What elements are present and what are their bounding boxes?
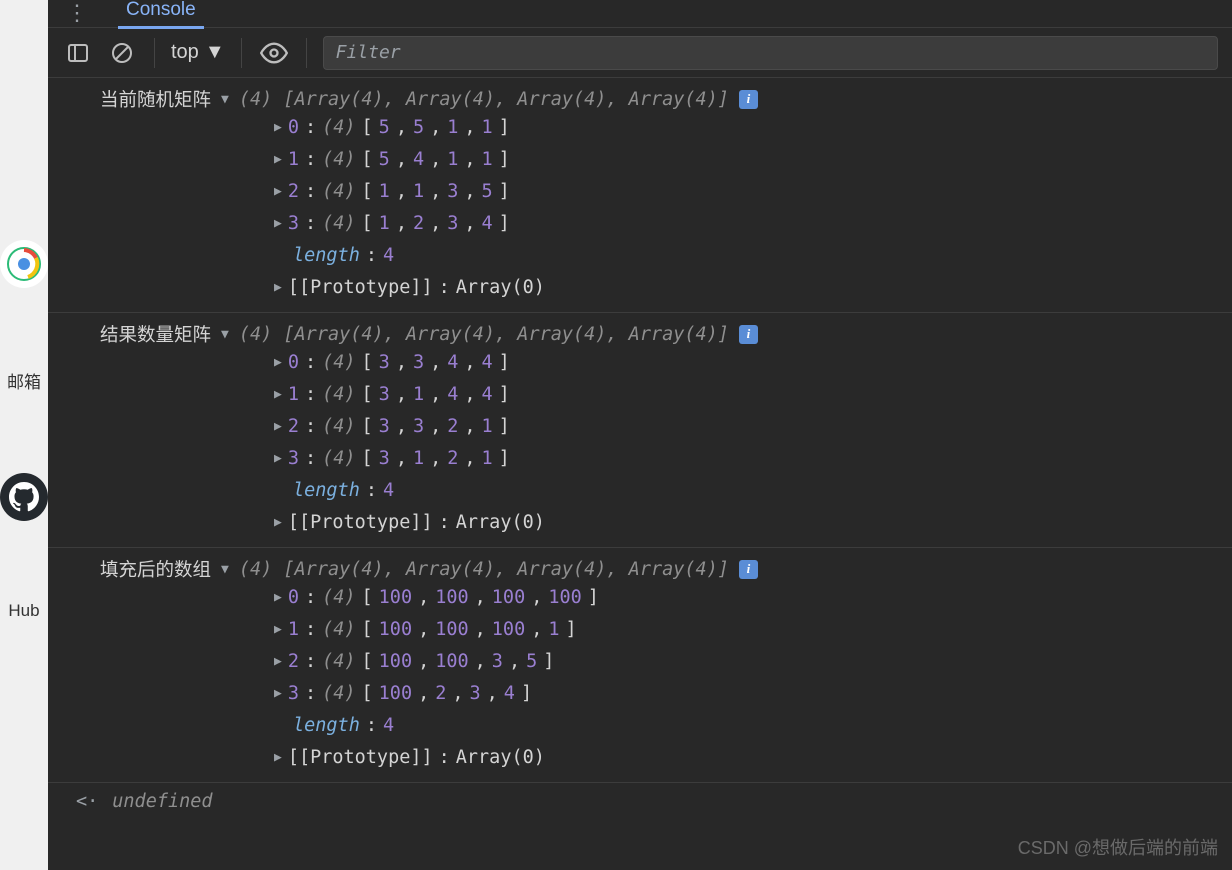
array-row[interactable]: 3: (4) [100, 2, 3, 4] xyxy=(274,678,1232,710)
sidebar-toggle-icon[interactable] xyxy=(62,37,94,69)
array-row[interactable]: 3: (4) [1, 2, 3, 4] xyxy=(274,208,1232,240)
info-icon[interactable]: i xyxy=(739,90,758,109)
log-label: 当前随机矩阵 xyxy=(100,86,211,112)
return-value-row: <·undefined xyxy=(48,782,1232,820)
more-menu-icon[interactable]: ⋮ xyxy=(66,1,88,26)
expand-caret-icon[interactable] xyxy=(274,742,282,774)
length-row: length: 4 xyxy=(274,710,1232,742)
expand-caret-icon[interactable] xyxy=(274,646,282,678)
clear-console-icon[interactable] xyxy=(106,37,138,69)
log-group: 当前随机矩阵 (4) [Array(4), Array(4), Array(4),… xyxy=(48,78,1232,312)
array-row[interactable]: 2: (4) [1, 1, 3, 5] xyxy=(274,176,1232,208)
prototype-row[interactable]: [[Prototype]]: Array(0) xyxy=(274,742,1232,774)
github-icon[interactable] xyxy=(0,473,48,521)
array-row[interactable]: 1: (4) [3, 1, 4, 4] xyxy=(274,379,1232,411)
info-icon[interactable]: i xyxy=(739,325,758,344)
array-summary[interactable]: (4) [Array(4), Array(4), Array(4), Array… xyxy=(239,89,729,110)
scope-label: top xyxy=(171,41,199,64)
expand-caret-icon[interactable] xyxy=(274,347,282,379)
tab-bar: ⋮ Console xyxy=(48,0,1232,28)
log-label: 填充后的数组 xyxy=(100,556,211,582)
info-icon[interactable]: i xyxy=(739,560,758,579)
length-row: length: 4 xyxy=(274,240,1232,272)
array-row[interactable]: 0: (4) [5, 5, 1, 1] xyxy=(274,112,1232,144)
expand-caret-icon[interactable] xyxy=(274,582,282,614)
toolbar-divider xyxy=(154,38,155,68)
array-row[interactable]: 3: (4) [3, 1, 2, 1] xyxy=(274,443,1232,475)
log-label: 结果数量矩阵 xyxy=(100,321,211,347)
array-row[interactable]: 2: (4) [100, 100, 3, 5] xyxy=(274,646,1232,678)
toolbar-divider xyxy=(241,38,242,68)
expand-caret-icon[interactable] xyxy=(221,92,229,107)
log-group: 结果数量矩阵 (4) [Array(4), Array(4), Array(4),… xyxy=(48,312,1232,547)
expand-caret-icon[interactable] xyxy=(274,176,282,208)
expand-caret-icon[interactable] xyxy=(274,678,282,710)
left-rail: 邮箱 Hub xyxy=(0,0,48,870)
expand-caret-icon[interactable] xyxy=(274,411,282,443)
chevron-down-icon: ▼ xyxy=(205,41,225,64)
browser-icon[interactable] xyxy=(0,240,48,288)
toolbar-divider xyxy=(306,38,307,68)
prototype-row[interactable]: [[Prototype]]: Array(0) xyxy=(274,507,1232,539)
console-toolbar: top ▼ xyxy=(48,28,1232,78)
prototype-row[interactable]: [[Prototype]]: Array(0) xyxy=(274,272,1232,304)
array-row[interactable]: 0: (4) [100, 100, 100, 100] xyxy=(274,582,1232,614)
expand-caret-icon[interactable] xyxy=(221,562,229,577)
watermark: CSDN @想做后端的前端 xyxy=(1018,834,1218,860)
expand-caret-icon[interactable] xyxy=(274,272,282,304)
array-row[interactable]: 2: (4) [3, 3, 2, 1] xyxy=(274,411,1232,443)
filter-input[interactable] xyxy=(323,36,1218,70)
expand-caret-icon[interactable] xyxy=(221,327,229,342)
console-output: 当前随机矩阵 (4) [Array(4), Array(4), Array(4),… xyxy=(48,78,1232,870)
log-group: 填充后的数组 (4) [Array(4), Array(4), Array(4),… xyxy=(48,547,1232,782)
array-summary[interactable]: (4) [Array(4), Array(4), Array(4), Array… xyxy=(239,559,729,580)
hub-label[interactable]: Hub xyxy=(8,601,39,621)
length-row: length: 4 xyxy=(274,475,1232,507)
array-row[interactable]: 1: (4) [5, 4, 1, 1] xyxy=(274,144,1232,176)
execution-context-select[interactable]: top ▼ xyxy=(171,41,225,64)
expand-caret-icon[interactable] xyxy=(274,443,282,475)
array-row[interactable]: 1: (4) [100, 100, 100, 1] xyxy=(274,614,1232,646)
expand-caret-icon[interactable] xyxy=(274,614,282,646)
return-arrow-icon: <· xyxy=(76,791,98,812)
array-summary[interactable]: (4) [Array(4), Array(4), Array(4), Array… xyxy=(239,324,729,345)
expand-caret-icon[interactable] xyxy=(274,208,282,240)
tab-console[interactable]: Console xyxy=(118,0,204,29)
mail-label[interactable]: 邮箱 xyxy=(7,368,41,393)
expand-caret-icon[interactable] xyxy=(274,379,282,411)
expand-caret-icon[interactable] xyxy=(274,507,282,539)
expand-caret-icon[interactable] xyxy=(274,112,282,144)
live-expression-icon[interactable] xyxy=(258,37,290,69)
devtools-panel: ⋮ Console top ▼ 当前随机矩阵 (4) [Array(4), Arr… xyxy=(48,0,1232,870)
expand-caret-icon[interactable] xyxy=(274,144,282,176)
array-row[interactable]: 0: (4) [3, 3, 4, 4] xyxy=(274,347,1232,379)
